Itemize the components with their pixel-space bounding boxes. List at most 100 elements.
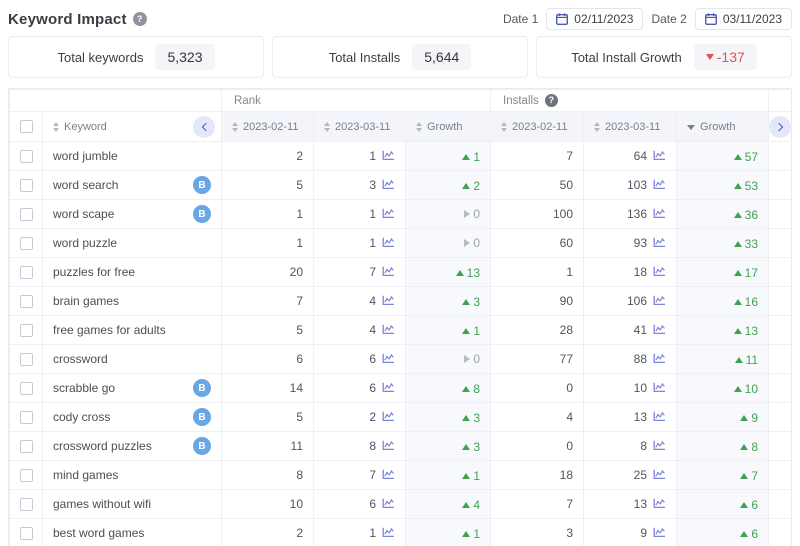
installs-chart-icon[interactable] — [653, 353, 666, 364]
row-checkbox[interactable] — [20, 150, 33, 163]
installs-chart-icon[interactable] — [653, 208, 666, 219]
rank-chart-icon[interactable] — [382, 295, 395, 306]
rank-date2-value: 6 — [369, 381, 376, 395]
total-keywords-card: Total keywords 5,323 — [8, 36, 264, 78]
sort-icon[interactable] — [594, 122, 600, 132]
keyword-cell[interactable]: crossword puzzlesB — [43, 432, 222, 461]
collapse-left-button[interactable] — [193, 116, 215, 138]
installs-growth-column-header[interactable]: Growth — [677, 112, 769, 142]
installs-chart-icon[interactable] — [653, 469, 666, 480]
installs-chart-icon[interactable] — [653, 440, 666, 451]
row-checkbox[interactable] — [20, 237, 33, 250]
sort-icon[interactable] — [501, 122, 507, 132]
rank-chart-icon[interactable] — [382, 411, 395, 422]
sort-icon[interactable] — [324, 122, 330, 132]
keyword-column-header[interactable]: Keyword — [43, 112, 222, 142]
rank-chart-icon[interactable] — [382, 266, 395, 277]
row-checkbox[interactable] — [20, 440, 33, 453]
rank-chart-icon[interactable] — [382, 527, 395, 538]
rank-chart-icon[interactable] — [382, 324, 395, 335]
row-checkbox[interactable] — [20, 382, 33, 395]
rank-date2-cell: 2 — [314, 403, 406, 432]
installs-chart-icon[interactable] — [653, 295, 666, 306]
date1-picker[interactable]: 02/11/2023 — [546, 8, 643, 30]
keyword-cell[interactable]: word searchB — [43, 171, 222, 200]
installs-date2-column-header[interactable]: 2023-03-11 — [584, 112, 677, 142]
keyword-label: free games for adults — [53, 323, 166, 337]
scroll-right-button[interactable] — [769, 116, 791, 138]
installs-chart-icon[interactable] — [653, 179, 666, 190]
keyword-cell[interactable]: games without wifi — [43, 490, 222, 519]
row-checkbox[interactable] — [20, 324, 33, 337]
rank-growth-cell: 3 — [406, 432, 491, 461]
installs-date2-value: 41 — [634, 323, 647, 337]
rank-chart-icon[interactable] — [382, 237, 395, 248]
installs-chart-icon[interactable] — [653, 150, 666, 161]
rank-chart-icon[interactable] — [382, 208, 395, 219]
rank-date2-value: 7 — [369, 468, 376, 482]
row-checkbox[interactable] — [20, 527, 33, 540]
installs-chart-icon[interactable] — [653, 237, 666, 248]
installs-chart-icon[interactable] — [653, 324, 666, 335]
keyword-cell[interactable]: puzzles for free — [43, 258, 222, 287]
keyword-cell[interactable]: best word games — [43, 519, 222, 546]
installs-chart-icon[interactable] — [653, 266, 666, 277]
rank-date2-value: 3 — [369, 178, 376, 192]
rank-growth-column-header[interactable]: Growth — [406, 112, 491, 142]
installs-chart-icon[interactable] — [653, 527, 666, 538]
keyword-cell[interactable]: crossword — [43, 345, 222, 374]
keyword-label: crossword — [53, 352, 108, 366]
select-all-checkbox[interactable] — [20, 120, 33, 133]
nav-spacer-cell — [769, 229, 792, 258]
rank-chart-icon[interactable] — [382, 440, 395, 451]
keyword-cell[interactable]: word scapeB — [43, 200, 222, 229]
rank-chart-icon[interactable] — [382, 382, 395, 393]
row-checkbox[interactable] — [20, 266, 33, 279]
rank-chart-icon[interactable] — [382, 469, 395, 480]
rank-date2-value: 1 — [369, 149, 376, 163]
sort-icon[interactable] — [416, 122, 422, 132]
date2-picker[interactable]: 03/11/2023 — [695, 8, 792, 30]
installs-chart-icon[interactable] — [653, 382, 666, 393]
keyword-cell[interactable]: free games for adults — [43, 316, 222, 345]
keyword-cell[interactable]: scrabble goB — [43, 374, 222, 403]
group-header-empty — [10, 90, 222, 112]
rank-chart-icon[interactable] — [382, 353, 395, 364]
row-checkbox[interactable] — [20, 208, 33, 221]
sort-icon[interactable] — [232, 122, 238, 132]
row-checkbox[interactable] — [20, 498, 33, 511]
installs-date2-cell: 64 — [584, 142, 677, 171]
rank-chart-icon[interactable] — [382, 179, 395, 190]
keyword-cell[interactable]: word puzzle — [43, 229, 222, 258]
row-checkbox[interactable] — [20, 295, 33, 308]
sort-descending-icon[interactable] — [687, 125, 695, 130]
keyword-cell[interactable]: word jumble — [43, 142, 222, 171]
keyword-label: word jumble — [53, 149, 118, 163]
installs-date2-value: 93 — [634, 236, 647, 250]
rank-date2-cell: 1 — [314, 142, 406, 171]
sort-icon[interactable] — [53, 122, 59, 132]
keyword-cell[interactable]: mind games — [43, 461, 222, 490]
installs-chart-icon[interactable] — [653, 498, 666, 509]
keyword-cell[interactable]: brain games — [43, 287, 222, 316]
row-checkbox[interactable] — [20, 469, 33, 482]
keyword-label: games without wifi — [53, 497, 151, 511]
installs-help-icon[interactable]: ? — [545, 94, 558, 107]
rank-date1-column-header[interactable]: 2023-02-11 — [222, 112, 314, 142]
row-checkbox[interactable] — [20, 411, 33, 424]
installs-date1-column-header[interactable]: 2023-02-11 — [491, 112, 584, 142]
row-checkbox-cell — [10, 316, 43, 345]
growth-up-icon — [740, 415, 748, 421]
row-checkbox[interactable] — [20, 179, 33, 192]
rank-date2-column-header[interactable]: 2023-03-11 — [314, 112, 406, 142]
rank-chart-icon[interactable] — [382, 498, 395, 509]
help-icon[interactable]: ? — [133, 12, 147, 26]
installs-date1-cell: 4 — [491, 403, 584, 432]
rank-chart-icon[interactable] — [382, 150, 395, 161]
installs-date1-cell: 0 — [491, 432, 584, 461]
row-checkbox[interactable] — [20, 353, 33, 366]
installs-chart-icon[interactable] — [653, 411, 666, 422]
rank-date1-cell: 1 — [222, 200, 314, 229]
group-header-nav — [769, 90, 792, 112]
keyword-cell[interactable]: cody crossB — [43, 403, 222, 432]
